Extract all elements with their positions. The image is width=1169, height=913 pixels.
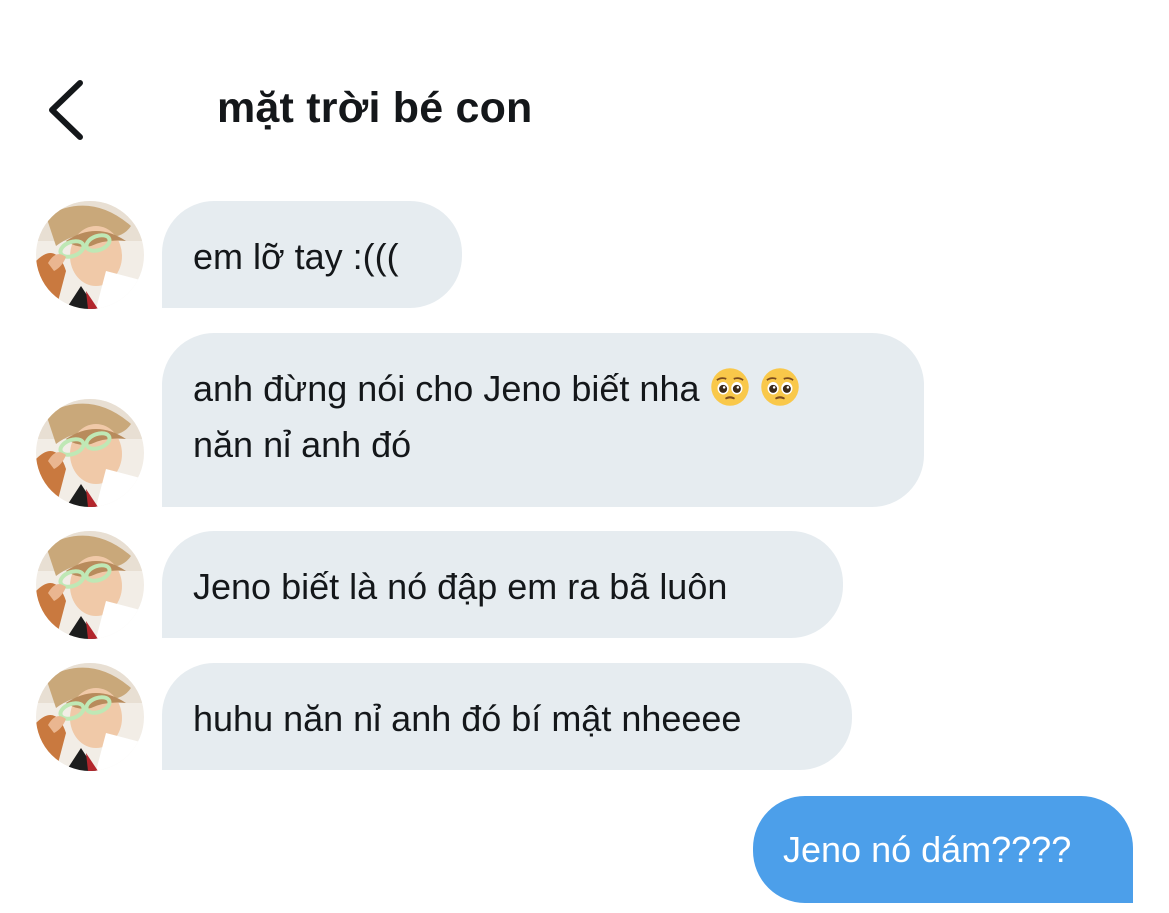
- chevron-left-icon[interactable]: [38, 78, 98, 142]
- pleading-face-icon: [759, 367, 800, 407]
- chat-title: mặt trời bé con: [217, 84, 533, 132]
- message-text-line: anh đừng nói cho Jeno biết nha: [193, 361, 893, 417]
- pleading-face-icon: [709, 367, 750, 407]
- message-text: Jeno nó dám????: [783, 829, 1072, 870]
- avatar[interactable]: [36, 663, 144, 771]
- message-text: Jeno biết là nó đập em ra bã luôn: [193, 566, 728, 607]
- back-button[interactable]: [38, 78, 98, 142]
- message-bubble-incoming[interactable]: em lỡ tay :(((: [162, 201, 462, 308]
- message-text: em lỡ tay :(((: [193, 236, 399, 277]
- message-bubble-incoming[interactable]: anh đừng nói cho Jeno biết nha năn nỉ an…: [162, 333, 924, 507]
- message-bubble-outgoing[interactable]: Jeno nó dám????: [753, 796, 1133, 903]
- message-text: huhu năn nỉ anh đó bí mật nheeee: [193, 698, 742, 739]
- message-text: năn nỉ anh đó: [193, 424, 412, 465]
- avatar[interactable]: [36, 201, 144, 309]
- chat-header: mặt trời bé con: [0, 60, 1169, 160]
- message-bubble-incoming[interactable]: Jeno biết là nó đập em ra bã luôn: [162, 531, 843, 638]
- avatar[interactable]: [36, 399, 144, 507]
- message-text: anh đừng nói cho Jeno biết nha: [193, 368, 700, 409]
- avatar[interactable]: [36, 531, 144, 639]
- message-bubble-incoming[interactable]: huhu năn nỉ anh đó bí mật nheeee: [162, 663, 852, 770]
